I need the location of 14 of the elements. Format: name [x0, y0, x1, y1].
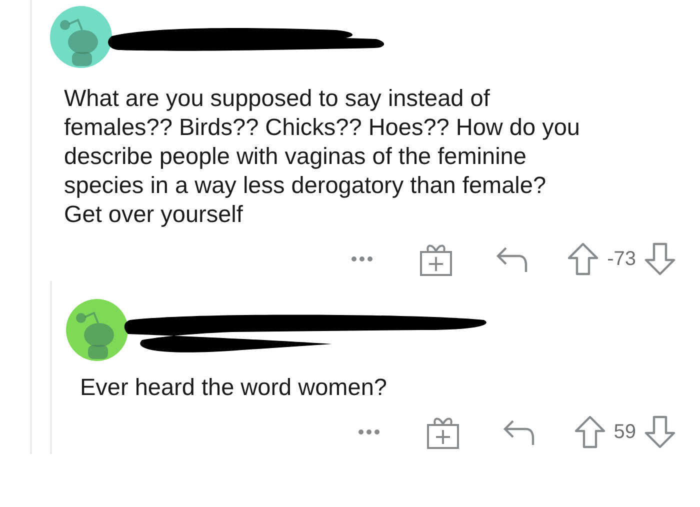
vote-score: 59 — [614, 420, 636, 444]
avatar-icon[interactable] — [66, 299, 128, 361]
more-options-icon[interactable] — [358, 429, 380, 435]
comment-text: Ever heard the word women? — [80, 373, 388, 402]
upvote-icon[interactable] — [574, 415, 606, 449]
more-options-icon[interactable] — [351, 256, 374, 262]
downvote-icon[interactable] — [644, 415, 676, 449]
vote-score: -73 — [607, 248, 636, 270]
avatar-icon[interactable] — [50, 6, 112, 68]
downvote-icon[interactable] — [644, 242, 676, 276]
comment-text: What are you supposed to say instead of females?? Birds?? Chicks?? Hoes?? How do you describe people with vaginas of the feminine species in a way less derogatory than female? Get over yourself — [64, 84, 581, 229]
reply-icon[interactable] — [495, 245, 530, 273]
reply-icon[interactable] — [502, 418, 536, 446]
upvote-icon[interactable] — [567, 242, 600, 276]
